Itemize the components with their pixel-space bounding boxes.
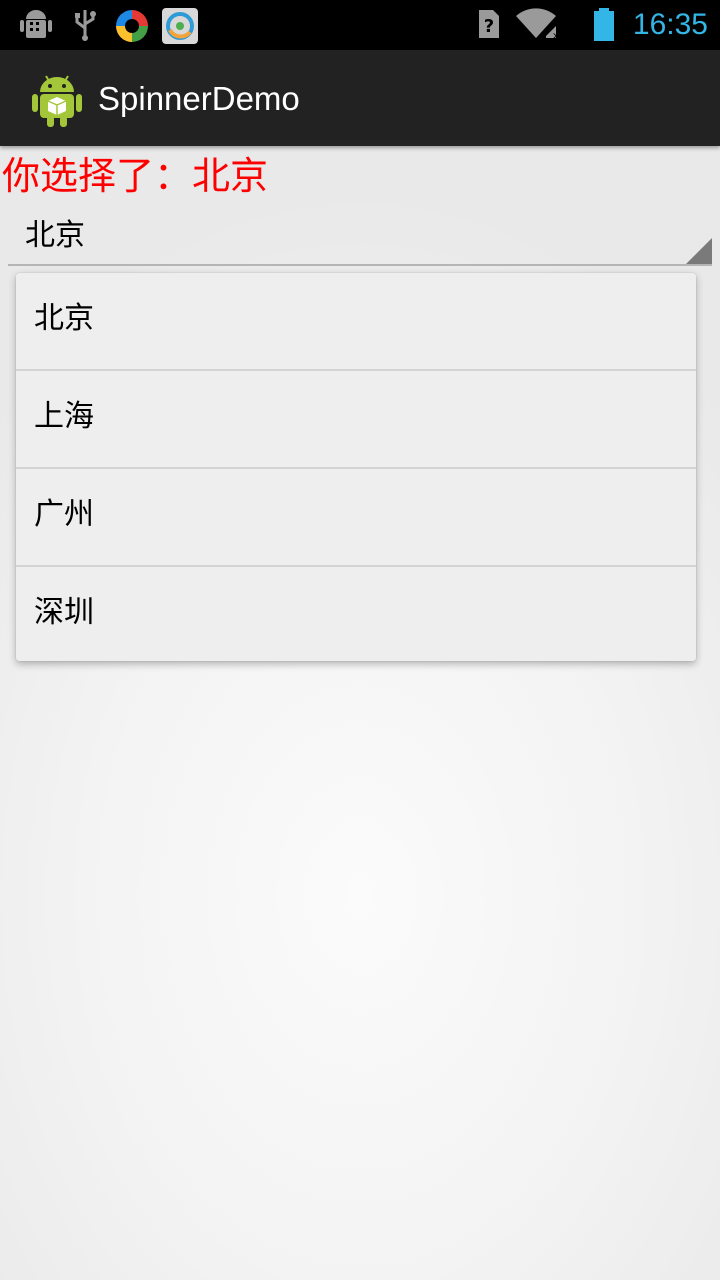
dropdown-option[interactable]: 深圳 <box>16 567 696 663</box>
dropdown-option[interactable]: 北京 <box>16 273 696 371</box>
android-debug-icon <box>20 10 52 38</box>
dropdown-option[interactable]: 广州 <box>16 469 696 567</box>
dropdown-option-label: 北京 <box>34 301 94 336</box>
dropdown-option-label: 广州 <box>34 497 94 532</box>
dropdown-option-label: 上海 <box>34 399 94 434</box>
android-app-icon <box>32 75 82 127</box>
spinner-selected-value: 北京 <box>25 218 85 253</box>
city-spinner[interactable]: 北京 <box>8 210 712 266</box>
usb-icon <box>75 10 96 41</box>
status-bar: ? × 16:35 <box>0 0 720 50</box>
battery-icon <box>594 8 614 41</box>
svg-text:?: ? <box>484 16 494 37</box>
dropdown-option-label: 深圳 <box>34 595 94 630</box>
selection-text: 你选择了：北京 <box>2 154 269 198</box>
svg-text:×: × <box>552 31 558 40</box>
status-clock: 16:35 <box>632 8 708 41</box>
wifi-icon: × <box>516 8 558 40</box>
browser-notification-icon <box>162 8 198 44</box>
dropdown-option[interactable]: 上海 <box>16 371 696 469</box>
spinner-arrow-icon <box>686 238 712 264</box>
action-bar: SpinnerDemo <box>0 50 720 146</box>
app-title: SpinnerDemo <box>98 80 300 117</box>
spinner-dropdown: 北京 上海 广州 深圳 <box>16 273 696 661</box>
app-notification-icon <box>116 10 148 42</box>
sim-unknown-icon: ? <box>479 10 499 38</box>
